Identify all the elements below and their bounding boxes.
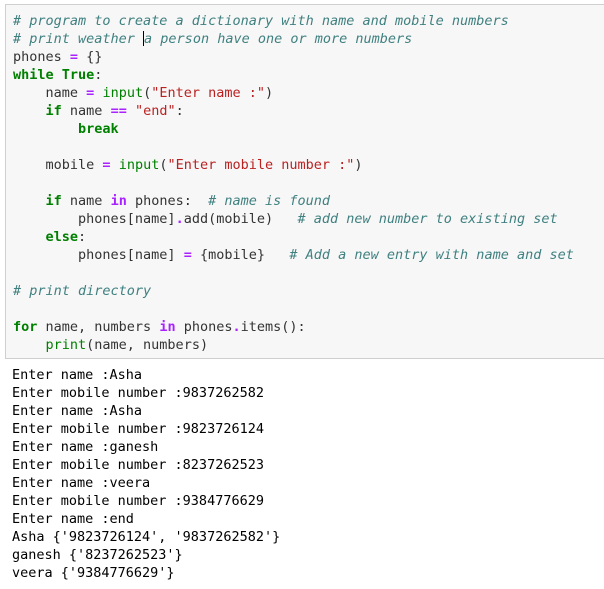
code-token: in <box>159 319 176 335</box>
code-line: for name, numbers in phones.items(): <box>13 318 306 336</box>
code-line: while True: <box>13 66 102 84</box>
code-token: break <box>78 121 119 137</box>
code-cell-input[interactable]: # program to create a dictionary with na… <box>5 4 604 359</box>
code-token: = <box>183 247 192 263</box>
code-token: a person have one or more numbers <box>144 31 413 47</box>
code-token: input <box>102 85 144 101</box>
code-token: # name is found <box>208 193 331 209</box>
code-token: # add new number to existing set <box>297 211 558 227</box>
code-token: else <box>45 229 79 245</box>
output-line: Enter name :ganesh <box>12 439 159 455</box>
code-token: # Add a new entry with name and set <box>289 247 574 263</box>
output-line: veera {'9384776629'} <box>12 565 175 581</box>
code-token: phones: <box>126 193 209 209</box>
code-line: if name == "end": <box>13 102 184 120</box>
code-line: # print weather a person have one or mor… <box>13 30 412 48</box>
code-token: "end" <box>134 103 176 119</box>
code-token: phones <box>175 319 233 335</box>
code-token: = <box>69 49 79 65</box>
code-line: phones = {} <box>13 48 102 66</box>
code-token: "Enter mobile number :" <box>167 157 355 173</box>
code-token: : <box>94 67 103 83</box>
code-token: : <box>78 229 87 245</box>
output-line: Enter mobile number :9837262582 <box>12 385 264 401</box>
code-token: phones <box>13 49 70 65</box>
code-token: ) <box>354 157 363 173</box>
code-token: name <box>61 103 111 119</box>
code-line: print(name, numbers) <box>13 336 209 354</box>
code-token: = <box>102 157 111 173</box>
code-token: # print weather <box>13 31 144 47</box>
code-line: else: <box>13 228 87 246</box>
code-token: if <box>45 103 62 119</box>
output-line: ganesh {'8237262523'} <box>12 547 183 563</box>
code-token: add(mobile) <box>183 211 298 227</box>
code-token: items(): <box>240 319 306 335</box>
code-line: # program to create a dictionary with na… <box>13 12 509 30</box>
code-token: while <box>13 67 54 83</box>
code-line: # print directory <box>13 282 151 300</box>
output-line: Enter name :veera <box>12 475 151 491</box>
output-line: Enter name :Asha <box>12 403 143 419</box>
code-line: if name in phones: # name is found <box>13 192 331 210</box>
code-token: : <box>175 103 184 119</box>
code-token: name <box>13 85 87 101</box>
code-token: # program to create a dictionary with na… <box>13 13 509 29</box>
code-line: break <box>13 120 119 138</box>
code-token: {} <box>78 49 103 65</box>
code-token: for <box>13 319 38 335</box>
code-token: == <box>110 103 127 119</box>
code-token: ) <box>265 85 274 101</box>
code-token: . <box>175 211 184 227</box>
code-token: {mobile} <box>191 247 290 263</box>
code-line: phones[name] = {mobile} # Add a new entr… <box>13 246 574 264</box>
code-token: input <box>118 157 160 173</box>
code-token: name <box>61 193 111 209</box>
code-token: phones[name] <box>13 247 184 263</box>
code-token: (name, numbers) <box>86 337 209 353</box>
output-line: Asha {'9823726124', '9837262582'} <box>12 529 281 545</box>
code-token: in <box>110 193 127 209</box>
output-line: Enter name :Asha <box>12 367 143 383</box>
code-token: print <box>45 337 87 353</box>
code-token: # print directory <box>13 283 152 299</box>
code-token: "Enter name :" <box>151 85 266 101</box>
code-line: phones[name].add(mobile) # add new numbe… <box>13 210 558 228</box>
output-line: Enter mobile number :9384776629 <box>12 493 264 509</box>
output-line: Enter name :end <box>12 511 134 527</box>
code-token: ( <box>143 85 152 101</box>
code-token: True <box>61 67 95 83</box>
code-cell-output: Enter name :Asha Enter mobile number :983… <box>12 366 280 582</box>
output-line: Enter mobile number :8237262523 <box>12 457 264 473</box>
code-token: mobile <box>13 157 103 173</box>
code-token: if <box>45 193 62 209</box>
code-line: mobile = input("Enter mobile number :") <box>13 156 363 174</box>
code-token: . <box>232 319 241 335</box>
output-line: Enter mobile number :9823726124 <box>12 421 264 437</box>
code-token: phones[name] <box>13 211 176 227</box>
code-line: name = input("Enter name :") <box>13 84 274 102</box>
code-token: name, numbers <box>37 319 160 335</box>
